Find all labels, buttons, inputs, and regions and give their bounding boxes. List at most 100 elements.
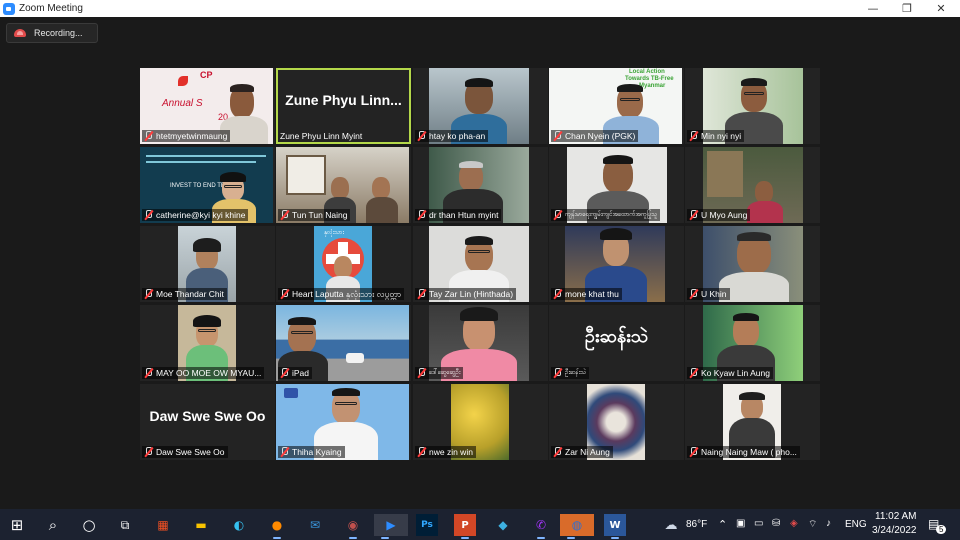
participant-tile[interactable]: INVEST TO END TB. S catherine@kyi kyi kh… xyxy=(140,147,275,223)
mic-muted-icon xyxy=(689,131,698,141)
banner-text: Towards TB-Free xyxy=(625,76,674,82)
participant-tile[interactable]: Thiha Kyaing xyxy=(276,384,411,460)
banner-text: Local Action xyxy=(629,69,665,75)
participant-name: MAY OO MOE OW MYAU... xyxy=(142,367,265,379)
mic-muted-icon xyxy=(417,368,426,378)
participant-tile[interactable]: MAY OO MOE OW MYAU... xyxy=(140,305,275,381)
clock-time[interactable]: 11:02 AM xyxy=(875,511,917,522)
participant-name: Zune Phyu Linn Myint xyxy=(280,131,363,141)
participant-tile[interactable]: ဦးဆန်းသဲ ဦးဆန်းသဲ xyxy=(549,305,684,381)
firefox-icon[interactable]: ● xyxy=(266,514,288,539)
mic-muted-icon xyxy=(280,368,289,378)
participant-tile[interactable]: Min nyi nyi xyxy=(685,68,820,144)
photoshop-icon[interactable]: Ps xyxy=(416,514,438,536)
participant-tile[interactable]: Local Action Towards TB-Free Myanmar Cha… xyxy=(549,68,684,144)
mail-icon[interactable]: ✉ xyxy=(304,514,326,536)
recording-label: Recording... xyxy=(34,28,83,38)
participant-tile[interactable]: U Khin xyxy=(685,226,820,302)
messenger-icon[interactable]: ✆ xyxy=(530,514,552,539)
participant-tile[interactable]: nwe zin win xyxy=(413,384,548,460)
flower-icon xyxy=(178,76,188,86)
participant-tile[interactable]: dr than Htun myint xyxy=(413,147,548,223)
participant-name: ဦးဆန်းသဲ xyxy=(551,367,590,379)
participant-name: Heart Laputta နှလုံးသား လပွတ္တာ xyxy=(278,288,405,300)
tray-app-icon[interactable]: ▣ xyxy=(736,518,745,529)
mic-muted-icon xyxy=(417,131,426,141)
participant-name: Tun Tun Naing xyxy=(278,209,351,221)
banner-text: Annual S xyxy=(162,98,203,109)
participant-tile[interactable]: Ko Kyaw Lin Aung xyxy=(685,305,820,381)
participant-tile[interactable]: Zar Ni Aung xyxy=(549,384,684,460)
mic-muted-icon xyxy=(553,131,562,141)
participant-tile[interactable]: htay ko pha-an xyxy=(413,68,548,144)
participant-name: ဒေါ်ဆွေဆွေဦး xyxy=(415,367,464,379)
recording-indicator[interactable]: Recording... xyxy=(6,23,98,43)
participant-tile[interactable]: mone khat thu xyxy=(549,226,684,302)
windows-taskbar: ⊞ ⌕ ○ ⧉ ▦ ▬ ◐ ● ✉ ◉ ▶ Ps P ◆ ✆ ◍ W ☁ 86°… xyxy=(0,509,960,540)
show-hidden-icons-icon[interactable]: ⌃ xyxy=(718,518,727,531)
browser-icon[interactable]: ◍ xyxy=(560,514,594,539)
vpn-icon[interactable]: ◆ xyxy=(492,514,514,536)
participant-tile[interactable]: နှလုံးသား Heart Laputta နှလုံးသား လပွတ္တ… xyxy=(276,226,411,302)
battery-icon[interactable]: ▭ xyxy=(754,518,763,529)
windows-start-icon[interactable]: ⊞ xyxy=(6,514,28,536)
security-icon[interactable]: ◈ xyxy=(790,518,798,529)
file-explorer-icon[interactable]: ▬ xyxy=(190,514,212,536)
mic-muted-icon xyxy=(553,368,562,378)
participant-tile-active-speaker[interactable]: Zune Phyu Linn... Zune Phyu Linn Myint xyxy=(276,68,411,144)
participant-tile[interactable]: ကျန်းမာရေးကျွမ်းကျင်အထောက်အကူပြုသူ xyxy=(549,147,684,223)
search-icon[interactable]: ⌕ xyxy=(42,514,64,536)
notification-count-badge: 5 xyxy=(936,525,947,534)
display-name-card: Daw Swe Swe Oo xyxy=(149,408,266,424)
mic-muted-icon xyxy=(417,447,426,457)
participant-tile[interactable]: Daw Swe Swe Oo Daw Swe Swe Oo xyxy=(140,384,275,460)
participant-tile[interactable]: Naing Naing Maw ( pho... xyxy=(685,384,820,460)
store-icon[interactable]: ▦ xyxy=(152,514,174,536)
participant-tile[interactable]: Tay Zar Lin (Hinthada) xyxy=(413,226,548,302)
mic-muted-icon xyxy=(417,210,426,220)
participant-name: nwe zin win xyxy=(415,446,476,458)
participant-name: U Myo Aung xyxy=(687,209,751,221)
participant-name: dr than Htun myint xyxy=(415,209,502,221)
volume-icon[interactable]: ♪ xyxy=(826,518,831,529)
clock-date[interactable]: 3/24/2022 xyxy=(872,525,917,536)
participant-name: Ko Kyaw Lin Aung xyxy=(687,367,773,379)
task-view-icon[interactable]: ⧉ xyxy=(114,514,136,536)
mic-muted-icon xyxy=(144,447,153,457)
weather-cloud-icon[interactable]: ☁ xyxy=(660,514,682,536)
participant-name: ကျန်းမာရေးကျွမ်းကျင်အထောက်အကူပြုသူ xyxy=(551,209,661,221)
zoom-app-icon xyxy=(3,2,15,15)
language-icon[interactable]: ◉ xyxy=(342,514,364,539)
participant-name: iPad xyxy=(278,367,313,379)
close-button[interactable]: ✕ xyxy=(924,0,958,17)
edge-icon[interactable]: ◐ xyxy=(228,514,250,536)
network-icon[interactable]: ⛁ xyxy=(772,518,780,529)
word-icon[interactable]: W xyxy=(604,514,626,539)
zoom-taskbar-icon[interactable]: ▶ xyxy=(374,514,408,539)
participant-tile[interactable]: ဒေါ်ဆွေဆွေဦး xyxy=(413,305,548,381)
restore-button[interactable]: ❐ xyxy=(890,0,924,17)
participant-tile[interactable]: U Myo Aung xyxy=(685,147,820,223)
weather-temperature[interactable]: 86°F xyxy=(686,519,707,530)
mic-muted-icon xyxy=(553,210,562,220)
mic-muted-icon xyxy=(689,368,698,378)
minimize-button[interactable]: — xyxy=(856,0,890,17)
participant-name: Tay Zar Lin (Hinthada) xyxy=(415,288,517,300)
mic-muted-icon xyxy=(553,289,562,299)
participant-name: htay ko pha-an xyxy=(415,130,489,142)
mic-muted-icon xyxy=(689,447,698,457)
powerpoint-icon[interactable]: P xyxy=(454,514,476,539)
participant-tile[interactable]: CP Annual S 20 htetmyetwinmaung xyxy=(140,68,275,144)
banner-text: နှလုံးသား xyxy=(324,230,345,236)
participant-tile[interactable]: iPad xyxy=(276,305,411,381)
participant-name: Min nyi nyi xyxy=(687,130,745,142)
participant-tile[interactable]: Tun Tun Naing xyxy=(276,147,411,223)
participant-name: Thiha Kyaing xyxy=(278,446,345,458)
mic-muted-icon xyxy=(689,210,698,220)
cortana-icon[interactable]: ○ xyxy=(78,514,100,536)
participant-tile[interactable]: Moe Thandar Chit xyxy=(140,226,275,302)
input-language[interactable]: ENG xyxy=(845,519,867,530)
wifi-icon[interactable]: ⌔ xyxy=(808,518,817,531)
mic-muted-icon xyxy=(417,289,426,299)
mic-muted-icon xyxy=(144,368,153,378)
